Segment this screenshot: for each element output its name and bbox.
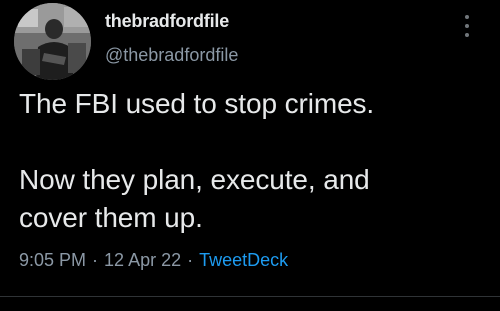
tweet-source-link[interactable]: TweetDeck (199, 250, 288, 270)
tweet-metadata: 9:05 PM · 12 Apr 22 · TweetDeck (19, 250, 288, 271)
dot (465, 24, 469, 28)
more-options-icon[interactable] (458, 13, 476, 39)
tweet-date[interactable]: 12 Apr 22 (104, 250, 181, 270)
tweet-time[interactable]: 9:05 PM (19, 250, 86, 270)
tweet: thebradfordfile @thebradfordfile The FBI… (0, 0, 500, 311)
avatar[interactable] (14, 3, 91, 80)
divider (0, 296, 500, 297)
separator: · (92, 250, 99, 270)
dot (465, 15, 469, 19)
tweet-text: The FBI used to stop crimes. Now they pl… (19, 88, 375, 233)
dot (465, 33, 469, 37)
avatar-image (14, 3, 91, 80)
display-name[interactable]: thebradfordfile (105, 11, 229, 32)
user-handle[interactable]: @thebradfordfile (105, 45, 238, 66)
separator: · (187, 250, 194, 270)
